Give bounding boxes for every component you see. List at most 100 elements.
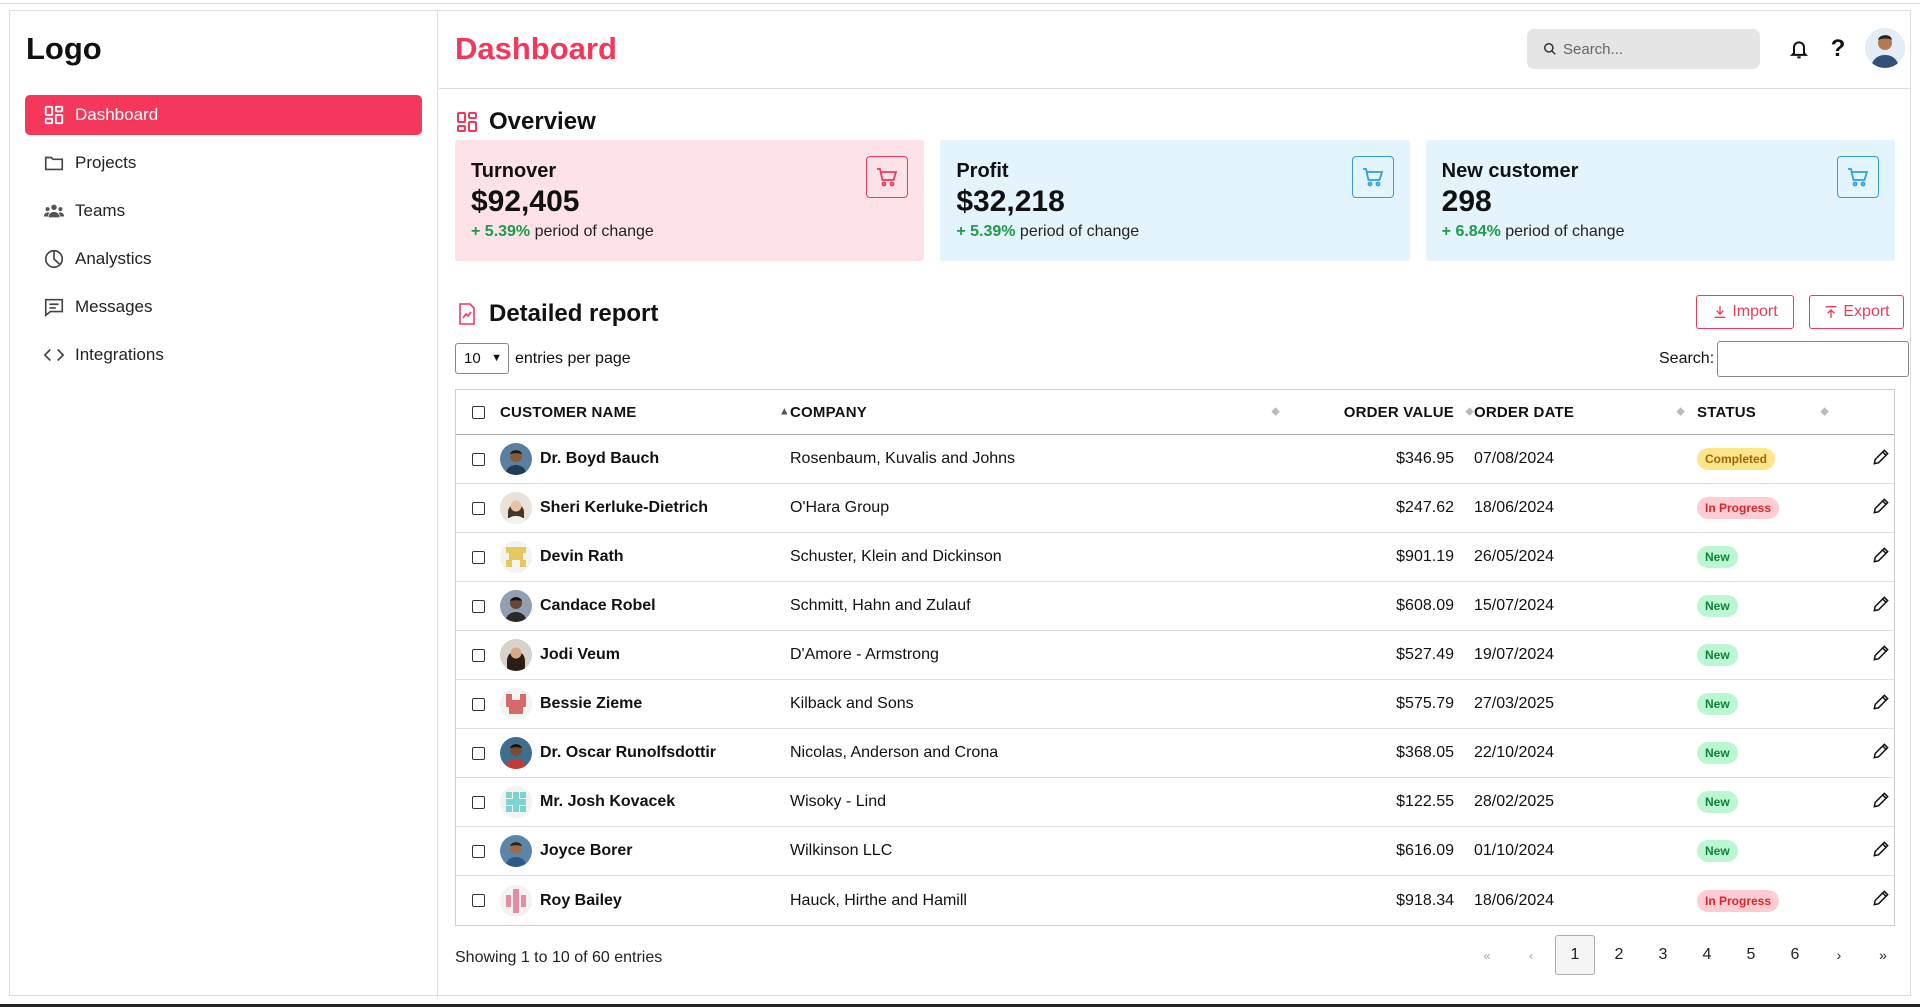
avatar xyxy=(500,639,532,671)
edit-icon[interactable] xyxy=(1871,496,1891,521)
export-button[interactable]: Export xyxy=(1809,295,1904,329)
row-checkbox[interactable] xyxy=(471,550,485,564)
card-value: 298 xyxy=(1441,185,1492,218)
customer-name: Mr. Josh Kovacek xyxy=(540,793,676,810)
avatar[interactable] xyxy=(1865,28,1905,68)
sidebar-item-teams[interactable]: Teams xyxy=(25,191,422,231)
row-checkbox[interactable] xyxy=(471,795,485,809)
avatar xyxy=(500,443,532,475)
sidebar-item-analystics[interactable]: Analystics xyxy=(25,239,422,279)
row-checkbox[interactable] xyxy=(471,599,485,613)
company: O'Hara Group xyxy=(790,499,890,516)
grid-icon xyxy=(43,104,65,126)
col-order-value[interactable]: ORDER VALUE ◆ xyxy=(1270,404,1474,421)
sidebar-item-label: Messages xyxy=(75,297,153,316)
edit-icon[interactable] xyxy=(1871,545,1891,570)
col-order-date[interactable]: ORDER DATE ◆ xyxy=(1470,404,1695,421)
sort-asc-icon: ▲ xyxy=(778,405,790,418)
customer-name: Bessie Zieme xyxy=(540,695,643,712)
status-badge: New xyxy=(1697,791,1738,813)
cart-icon xyxy=(1836,156,1879,198)
avatar xyxy=(500,786,532,818)
download-icon xyxy=(1714,306,1726,318)
first-page-button[interactable]: « xyxy=(1467,935,1507,975)
edit-icon[interactable] xyxy=(1871,839,1891,864)
table-row[interactable]: Jodi Veum D'Amore - Armstrong $527.49 19/07… xyxy=(456,631,1894,680)
edit-icon[interactable] xyxy=(1871,692,1891,717)
edit-icon[interactable] xyxy=(1871,790,1891,815)
avatar xyxy=(500,737,532,769)
avatar xyxy=(500,884,532,917)
new-customer-card: New customer 298 + 6.84% period of chang… xyxy=(1425,140,1895,261)
row-checkbox[interactable] xyxy=(471,894,485,907)
entries-control: 10 ▼ entries per page xyxy=(455,343,631,374)
table-search: Search: xyxy=(1659,341,1910,377)
avatar xyxy=(500,590,532,622)
row-checkbox[interactable] xyxy=(471,452,485,466)
table-row[interactable]: Sheri Kerluke-Dietrich O'Hara Group $247.6… xyxy=(456,484,1894,533)
help-icon[interactable]: ? xyxy=(1824,35,1852,63)
edit-icon[interactable] xyxy=(1871,643,1891,668)
row-checkbox[interactable] xyxy=(471,746,485,760)
avatar xyxy=(500,541,532,573)
pagination: « ‹ 1 2 3 4 5 6 › » xyxy=(1463,935,1903,975)
edit-icon[interactable] xyxy=(1871,447,1891,472)
card-change: + 5.39% period of change xyxy=(956,223,1140,240)
row-checkbox[interactable] xyxy=(471,501,485,515)
page-button-3[interactable]: 3 xyxy=(1643,935,1683,975)
table-row[interactable]: Joyce Borer Wilkinson LLC $616.09 01/10/202… xyxy=(456,827,1894,876)
card-change: + 5.39% period of change xyxy=(471,223,654,240)
sidebar-item-dashboard[interactable]: Dashboard xyxy=(25,95,422,135)
page-title: Dashboard xyxy=(455,31,617,66)
edit-icon[interactable] xyxy=(1871,594,1891,619)
report-table: CUSTOMER NAME ▲ COMPANY ◆ ORDER VALUE ◆ ORD… xyxy=(455,389,1895,926)
prev-page-button[interactable]: ‹ xyxy=(1511,935,1551,975)
select-all-checkbox[interactable] xyxy=(471,405,485,419)
row-checkbox[interactable] xyxy=(471,697,485,711)
page-button-1[interactable]: 1 xyxy=(1555,935,1595,975)
sort-icon: ◆ xyxy=(1820,405,1829,418)
sidebar-item-messages[interactable]: Messages xyxy=(25,287,422,327)
sidebar: Logo Dashboard Projects Teams Analystics… xyxy=(10,11,438,997)
search-input[interactable]: Search... xyxy=(1527,29,1760,69)
last-page-button[interactable]: » xyxy=(1863,935,1903,975)
bell-icon[interactable] xyxy=(1785,35,1813,63)
report-heading: Detailed report xyxy=(455,300,658,328)
page-button-6[interactable]: 6 xyxy=(1775,935,1815,975)
status-badge: New xyxy=(1697,742,1738,764)
table-row[interactable]: Mr. Josh Kovacek Wisoky - Lind $122.55 28/0… xyxy=(456,778,1894,827)
card-label: Profit xyxy=(956,160,1009,182)
avatar xyxy=(500,688,532,720)
customer-name: Roy Bailey xyxy=(540,891,622,909)
table-row[interactable]: Candace Robel Schmitt, Hahn and Zulauf $60… xyxy=(456,582,1894,631)
page-button-4[interactable]: 4 xyxy=(1687,935,1727,975)
page-button-5[interactable]: 5 xyxy=(1731,935,1771,975)
upload-icon xyxy=(1826,306,1837,318)
next-page-button[interactable]: › xyxy=(1819,935,1859,975)
table-row[interactable]: Dr. Oscar Runolfsdottir Nicolas, Anderson… xyxy=(456,729,1894,778)
col-customer-name[interactable]: CUSTOMER NAME ▲ xyxy=(500,404,790,421)
sidebar-item-integrations[interactable]: Integrations xyxy=(25,335,422,375)
row-checkbox[interactable] xyxy=(471,648,485,662)
col-company[interactable]: COMPANY ◆ xyxy=(790,404,1280,421)
table-row[interactable]: Devin Rath Schuster, Klein and Dickinson $… xyxy=(456,533,1894,582)
edit-icon[interactable] xyxy=(1871,888,1891,913)
row-checkbox[interactable] xyxy=(471,844,485,858)
customer-name: Joyce Borer xyxy=(540,842,633,859)
sidebar-item-projects[interactable]: Projects xyxy=(25,143,422,183)
table-row[interactable]: Roy Bailey Hauck, Hirthe and Hamill $918.3… xyxy=(456,876,1894,925)
import-button[interactable]: Import xyxy=(1696,295,1794,329)
entries-select[interactable]: 10 ▼ xyxy=(455,343,509,374)
order-value: $346.95 xyxy=(1396,450,1454,467)
table-search-input[interactable] xyxy=(1717,341,1910,377)
page-button-2[interactable]: 2 xyxy=(1599,935,1639,975)
customer-name: Candace Robel xyxy=(540,597,656,614)
avatar xyxy=(500,835,532,867)
order-value: $527.49 xyxy=(1396,646,1454,663)
table-row[interactable]: Bessie Zieme Kilback and Sons $575.79 27/03… xyxy=(456,680,1894,729)
table-row[interactable]: Dr. Boyd Bauch Rosenbaum, Kuvalis and Joh… xyxy=(456,435,1894,484)
col-status[interactable]: STATUS ◆ xyxy=(1695,404,1835,421)
order-date: 18/06/2024 xyxy=(1474,891,1555,909)
order-value: $575.79 xyxy=(1396,695,1454,712)
edit-icon[interactable] xyxy=(1871,741,1891,766)
